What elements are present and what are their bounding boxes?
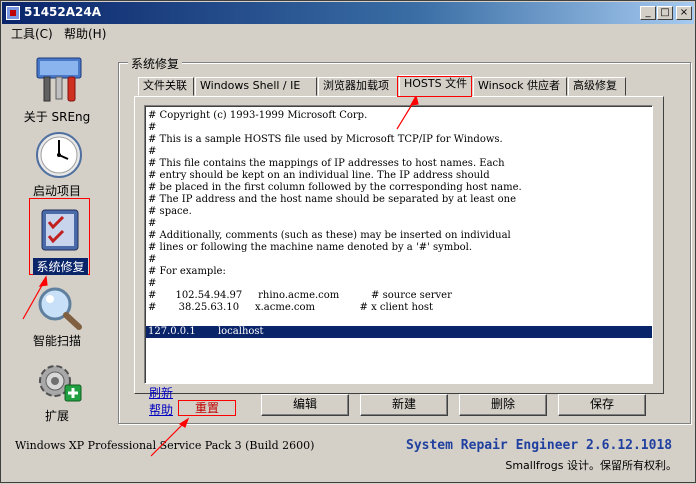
sidebar-item-startup[interactable]: 启动项目 [13,131,101,198]
sidebar-item-label: 启动项目 [32,184,81,198]
magnifier-icon [38,287,82,330]
gear-plus-icon [39,365,82,402]
tab-winsock-provider[interactable]: Winsock 供应者 [473,77,567,96]
hosts-line[interactable]: # [148,218,156,230]
hosts-line[interactable]: # Additionally, comments (such as these)… [148,230,511,242]
title-bar[interactable]: 51452A24A _ □ × [2,2,694,24]
tab-browser-addons[interactable]: 浏览器加载项 [318,77,398,96]
close-button[interactable]: × [676,6,692,20]
delete-button[interactable]: 删除 [459,394,547,416]
sidebar-item-system-repair[interactable]: 系统修复 [29,198,90,275]
sidebar-item-label: 关于 SREng [23,110,91,124]
hosts-line-selected[interactable]: 127.0.0.1 localhost [146,326,652,338]
hosts-line[interactable]: # [148,278,156,290]
clock-icon [36,132,82,178]
checklist-icon [41,209,79,251]
window-title: 51452A24A [24,5,102,19]
sidebar-item-label: 系统修复 [33,258,88,275]
save-button[interactable]: 保存 [558,394,646,416]
edit-button[interactable]: 编辑 [261,394,349,416]
minimize-button[interactable]: _ [640,6,656,20]
menu-help[interactable]: 帮助(H) [64,25,106,42]
tools-icon [36,57,82,102]
tab-windows-shell-ie[interactable]: Windows Shell / IE [195,77,317,96]
hosts-line[interactable]: # [148,146,156,158]
new-button[interactable]: 新建 [360,394,448,416]
maximize-button[interactable]: □ [657,6,673,20]
hosts-line[interactable]: # This is a sample HOSTS file used by Mi… [148,134,503,146]
hosts-line[interactable]: # [148,122,156,134]
tab-highlight-box [397,76,472,97]
hosts-line[interactable]: # 38.25.63.10 x.acme.com # x client host [148,302,433,314]
refresh-link[interactable]: 刷新 [149,384,173,401]
hosts-line[interactable]: # space. [148,206,192,218]
hosts-line[interactable]: # Copyright (c) 1993-1999 Microsoft Corp… [148,110,367,122]
reset-button[interactable]: 重置 [178,400,236,416]
hosts-line[interactable]: # This file contains the mappings of IP … [148,158,505,170]
hosts-line[interactable]: # 102.54.94.97 rhino.acme.com # source s… [148,290,452,302]
hosts-line[interactable]: # For example: [148,266,226,278]
copyright-text: Smallfrogs 设计。保留所有权利。 [505,459,677,472]
sidebar-item-label: 智能扫描 [32,334,81,348]
menu-bar: 工具(C) 帮助(H) [2,24,694,42]
hosts-line[interactable]: # [148,254,156,266]
app-window: 51452A24A _ □ × 工具(C) 帮助(H) 关于 SREng 启动项… [0,0,696,483]
hosts-line[interactable]: # entry should be kept on an individual … [148,170,490,182]
app-icon [6,6,20,20]
menu-tools[interactable]: 工具(C) [11,25,53,42]
help-link[interactable]: 帮助 [149,401,173,418]
sidebar-item-about[interactable]: 关于 SREng [13,53,101,124]
sidebar-item-label: 扩展 [44,409,69,423]
product-name-text: System Repair Engineer 2.6.12.1018 [406,438,673,453]
hosts-line[interactable]: # be placed in the first column followed… [148,182,522,194]
hosts-line[interactable]: # The IP address and the host name shoul… [148,194,516,206]
group-title: 系统修复 [128,55,183,72]
sidebar-item-smart-scan[interactable]: 智能扫描 [13,284,101,348]
sidebar-item-extensions[interactable]: 扩展 [13,359,101,423]
hosts-file-editor[interactable]: # Copyright (c) 1993-1999 Microsoft Corp… [144,105,653,384]
hosts-line[interactable]: # lines or following the machine name de… [148,242,472,254]
tab-advanced-repair[interactable]: 高级修复 [568,77,626,96]
tab-file-association[interactable]: 文件关联 [138,77,194,96]
os-version-text: Windows XP Professional Service Pack 3 (… [15,439,315,452]
